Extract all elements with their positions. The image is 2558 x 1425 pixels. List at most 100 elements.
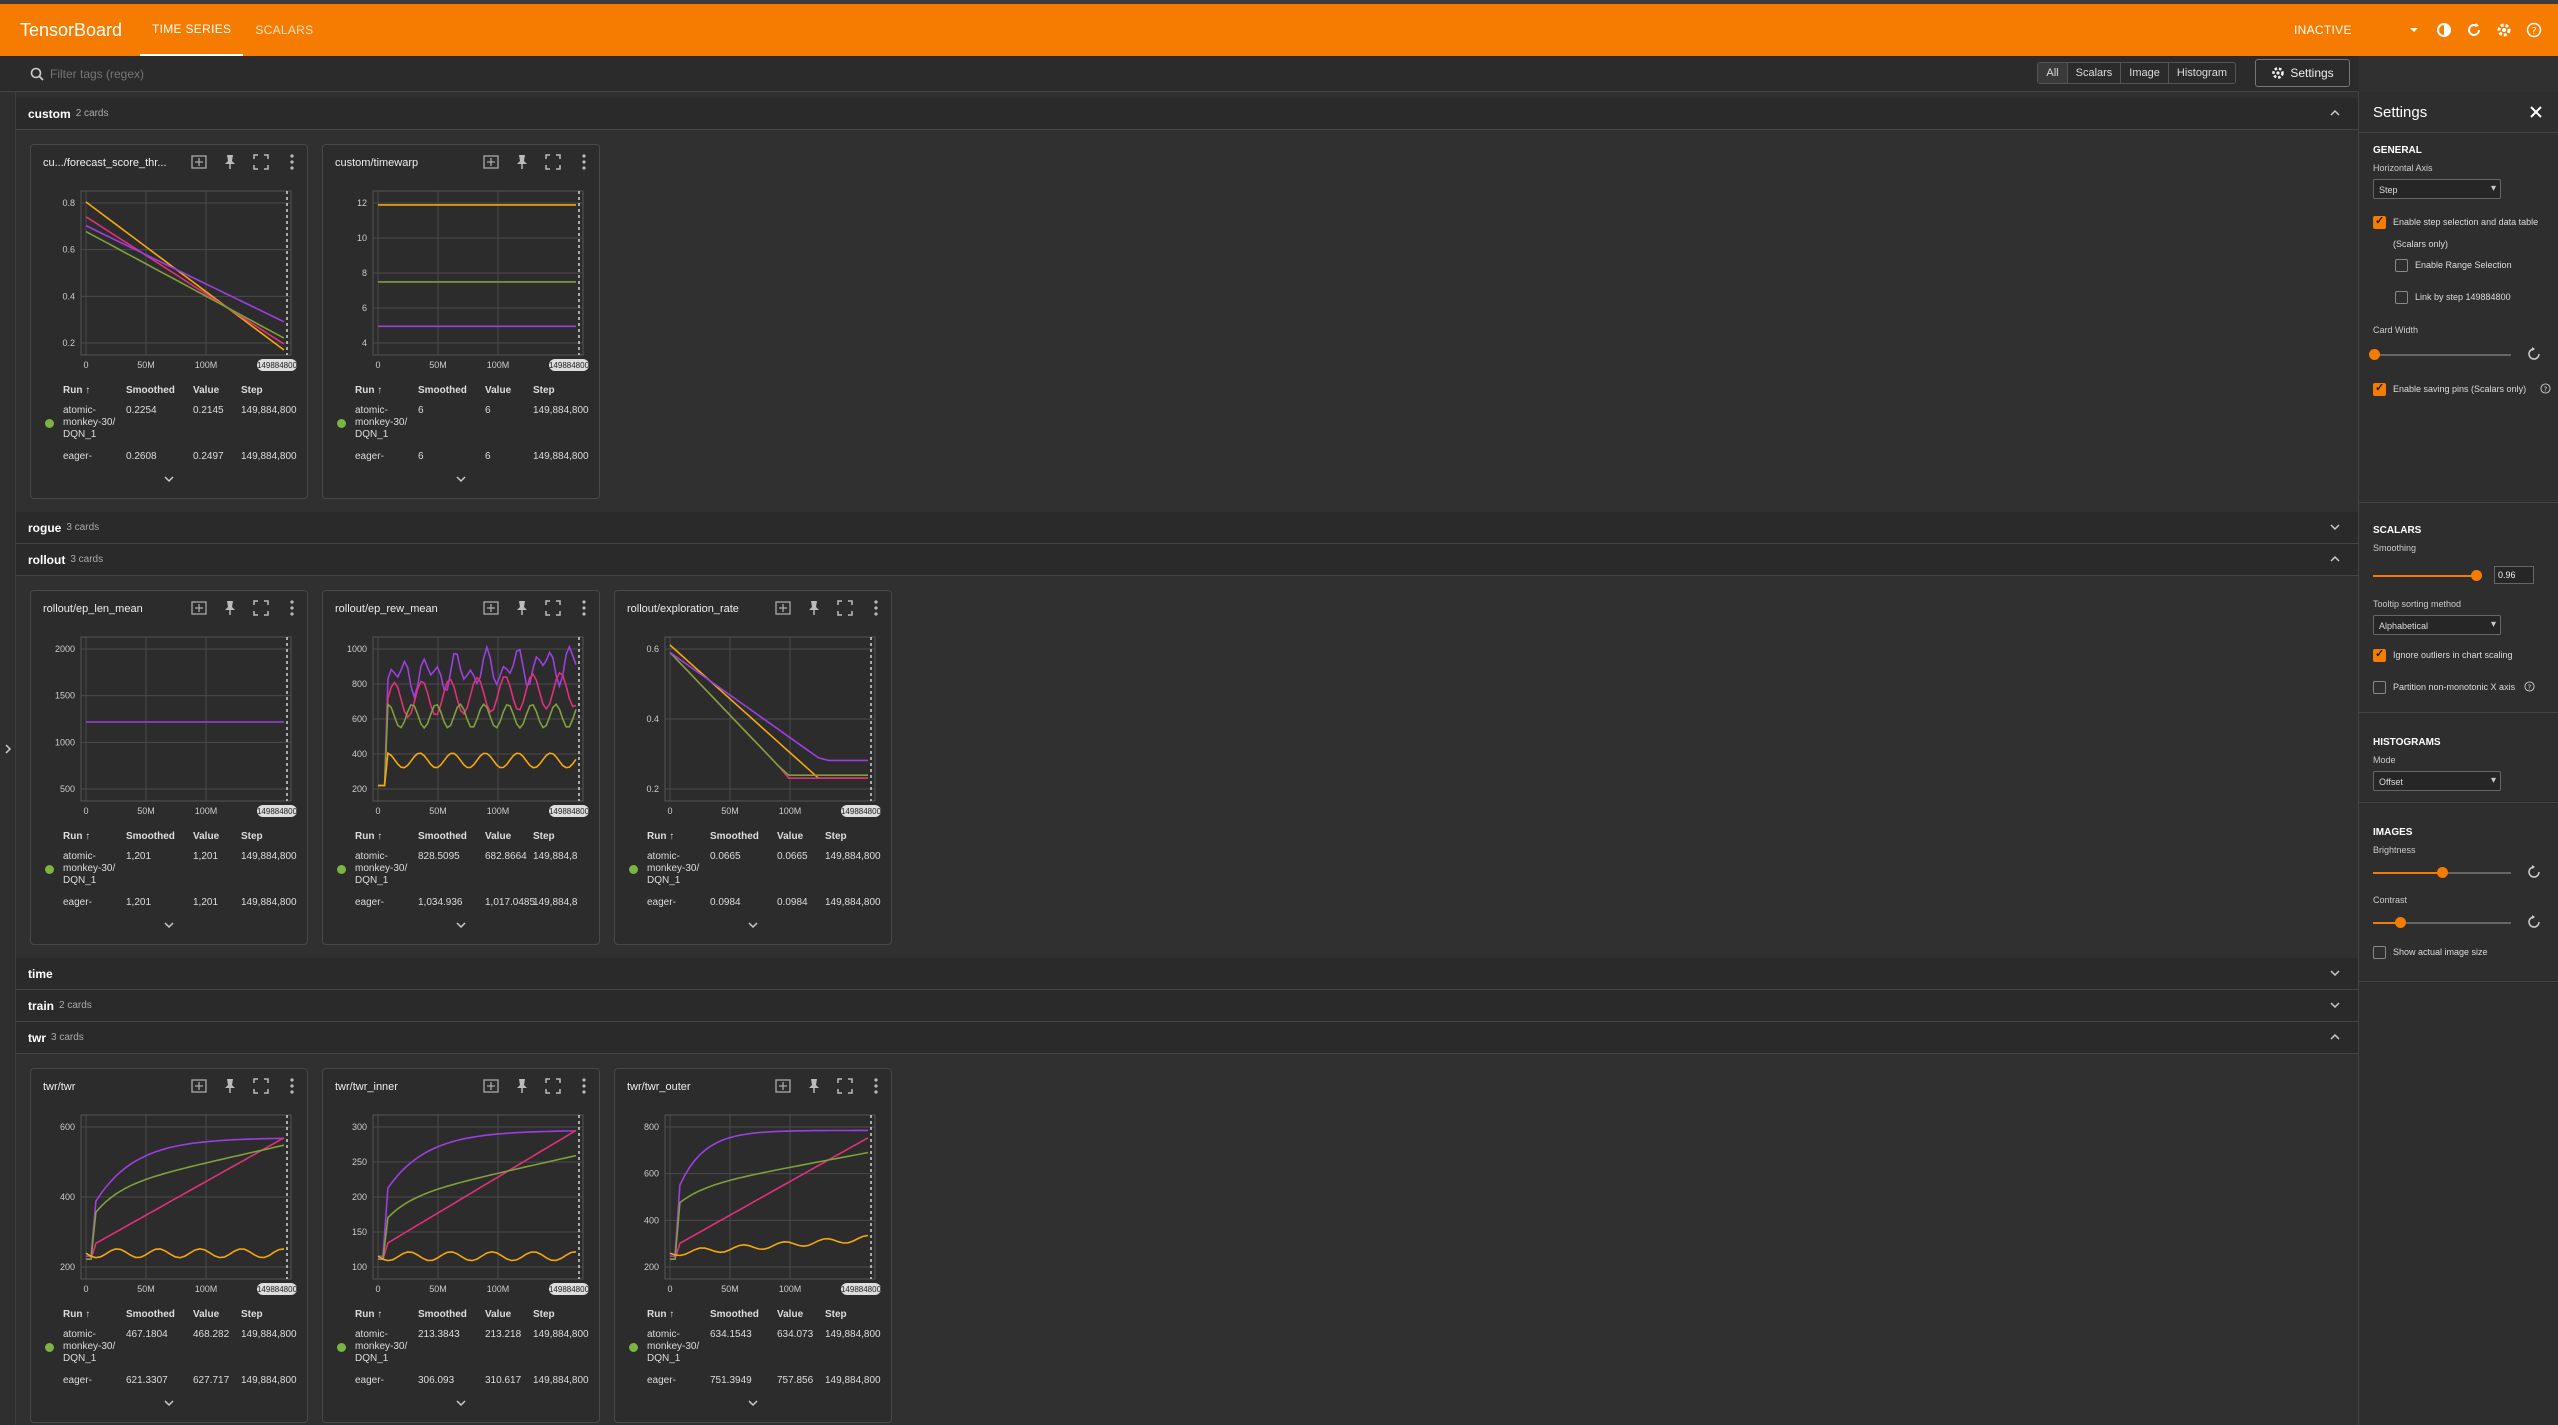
line-chart[interactable]: 600 400 200 0 50M 100M 149884800 (41, 1109, 299, 1299)
column-header-value[interactable]: Value (193, 1309, 219, 1320)
line-chart[interactable]: 800 600 400 200 0 50M 100M 149884800 (625, 1109, 883, 1299)
more-vert-icon[interactable] (575, 599, 593, 617)
horizontal-axis-select[interactable]: Step (2373, 179, 2501, 199)
pin-icon[interactable] (221, 1077, 239, 1095)
filter-tags-input[interactable] (50, 66, 450, 81)
column-header-run[interactable]: Run ↑ (63, 831, 90, 842)
column-header-step[interactable]: Step (241, 1309, 263, 1320)
pin-icon[interactable] (805, 599, 823, 617)
chevron-down-icon[interactable] (162, 1397, 176, 1409)
tooltip-sort-select[interactable]: Alphabetical (2373, 615, 2501, 635)
column-header-run[interactable]: Run ↑ (63, 385, 90, 396)
column-header-value[interactable]: Value (777, 831, 803, 842)
line-chart[interactable]: 300 250 200 150 100 0 50M 100M 149884800 (333, 1109, 591, 1299)
mode-select[interactable]: Offset (2373, 771, 2501, 791)
fit-domain-icon[interactable] (190, 153, 208, 171)
show-actual-size-checkbox[interactable] (2373, 946, 2386, 959)
chevron-up-icon[interactable] (2328, 552, 2342, 566)
reset-icon[interactable] (2527, 347, 2541, 361)
fit-domain-icon[interactable] (190, 599, 208, 617)
partition-checkbox[interactable] (2373, 681, 2386, 694)
line-chart[interactable]: 12 10 8 6 4 0 50M 100M 149884800 (333, 185, 591, 375)
column-header-smoothed[interactable]: Smoothed (418, 1309, 467, 1320)
column-header-smoothed[interactable]: Smoothed (418, 385, 467, 396)
table-row[interactable]: atomic-monkey-30/DQN_1 6 6 149,884,800 (323, 405, 601, 445)
chevron-down-icon[interactable] (454, 473, 468, 485)
reset-icon[interactable] (2527, 915, 2541, 929)
table-row[interactable]: atomic-monkey-30/DQN_1 1,201 1,201 149,884,… (31, 851, 309, 891)
more-vert-icon[interactable] (283, 599, 301, 617)
table-row[interactable]: atomic-monkey-30/DQN_1 634.1543 634.073 149… (615, 1329, 893, 1369)
fullscreen-icon[interactable] (544, 599, 562, 617)
enable-pins-checkbox[interactable] (2373, 381, 2386, 396)
type-scalars-button[interactable]: Scalars (2066, 63, 2121, 83)
close-icon[interactable] (2528, 104, 2544, 120)
ignore-outliers-checkbox[interactable] (2373, 647, 2386, 662)
chevron-down-icon[interactable] (2328, 998, 2342, 1012)
group-header-custom[interactable]: custom 2 cards (16, 98, 2358, 130)
chevron-down-icon[interactable] (162, 473, 176, 485)
fullscreen-icon[interactable] (544, 153, 562, 171)
fullscreen-icon[interactable] (252, 1077, 270, 1095)
type-histogram-button[interactable]: Histogram (2167, 63, 2235, 83)
slider-knob[interactable] (2369, 349, 2380, 360)
slider-knob[interactable] (2437, 867, 2448, 878)
brightness-slider[interactable] (2373, 867, 2511, 878)
pin-icon[interactable] (221, 599, 239, 617)
column-header-run[interactable]: Run ↑ (63, 1309, 90, 1320)
fullscreen-icon[interactable] (836, 599, 854, 617)
column-header-step[interactable]: Step (241, 831, 263, 842)
chevron-down-icon[interactable] (2328, 520, 2342, 534)
status-dropdown[interactable]: INACTIVE (2294, 23, 2394, 37)
column-header-value[interactable]: Value (485, 1309, 511, 1320)
column-header-smoothed[interactable]: Smoothed (126, 385, 175, 396)
fit-domain-icon[interactable] (482, 153, 500, 171)
column-header-step[interactable]: Step (825, 831, 847, 842)
line-chart[interactable]: 2000 1500 1000 500 0 50M 100M 149884800 (41, 631, 299, 821)
table-row[interactable]: atomic-monkey-30/DQN_1 828.5095 682.8664 14… (323, 851, 601, 891)
fit-domain-icon[interactable] (482, 1077, 500, 1095)
tab-scalars[interactable]: SCALARS (243, 4, 325, 56)
group-header-train[interactable]: train 2 cards (16, 990, 2358, 1022)
column-header-smoothed[interactable]: Smoothed (710, 831, 759, 842)
sidebar-gutter[interactable] (0, 92, 16, 1425)
smoothing-input[interactable]: 0.96 (2494, 566, 2534, 584)
column-header-step[interactable]: Step (533, 831, 555, 842)
table-row[interactable]: atomic-monkey-30/DQN_1 213.3843 213.218 149… (323, 1329, 601, 1369)
more-vert-icon[interactable] (575, 153, 593, 171)
pin-icon[interactable] (221, 153, 239, 171)
table-row[interactable]: atomic-monkey-30/DQN_1 0.2254 0.2145 149,88… (31, 405, 309, 445)
card-width-slider[interactable] (2369, 349, 2511, 360)
column-header-run[interactable]: Run ↑ (647, 831, 674, 842)
chevron-down-icon[interactable] (454, 1397, 468, 1409)
reset-icon[interactable] (2527, 865, 2541, 879)
fullscreen-icon[interactable] (252, 153, 270, 171)
table-row[interactable]: atomic-monkey-30/DQN_1 0.0665 0.0665 149,88… (615, 851, 893, 891)
enable-range-checkbox[interactable] (2395, 259, 2408, 272)
line-chart[interactable]: 0.6 0.4 0.2 0 50M 100M 149884800 (625, 631, 883, 821)
column-header-step[interactable]: Step (241, 385, 263, 396)
fit-domain-icon[interactable] (482, 599, 500, 617)
fullscreen-icon[interactable] (252, 599, 270, 617)
pin-icon[interactable] (513, 153, 531, 171)
table-row[interactable]: atomic-monkey-30/DQN_1 467.1804 468.282 149… (31, 1329, 309, 1369)
column-header-step[interactable]: Step (533, 385, 555, 396)
column-header-step[interactable]: Step (533, 1309, 555, 1320)
line-chart[interactable]: 0.8 0.6 0.4 0.2 0 50M 100M 149884800 (41, 185, 299, 375)
tab-time-series[interactable]: TIME SERIES (140, 4, 244, 56)
settings-button[interactable]: Settings (2255, 59, 2350, 87)
column-header-value[interactable]: Value (193, 831, 219, 842)
column-header-smoothed[interactable]: Smoothed (710, 1309, 759, 1320)
column-header-run[interactable]: Run ↑ (355, 385, 382, 396)
column-header-smoothed[interactable]: Smoothed (126, 1309, 175, 1320)
type-image-button[interactable]: Image (2120, 63, 2168, 83)
group-header-rogue[interactable]: rogue 3 cards (16, 512, 2358, 544)
help-icon[interactable]: ? (2524, 20, 2544, 40)
chevron-down-icon[interactable] (162, 919, 176, 931)
contrast-slider[interactable] (2373, 917, 2511, 928)
column-header-value[interactable]: Value (485, 385, 511, 396)
pin-icon[interactable] (805, 1077, 823, 1095)
column-header-value[interactable]: Value (193, 385, 219, 396)
column-header-value[interactable]: Value (485, 831, 511, 842)
gear-icon[interactable] (2494, 20, 2514, 40)
